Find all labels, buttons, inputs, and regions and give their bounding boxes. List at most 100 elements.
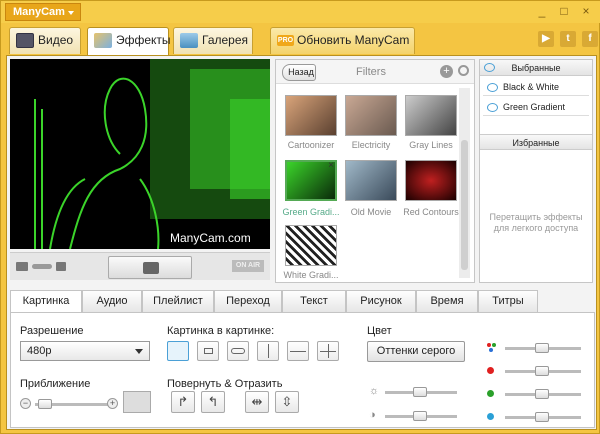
video-camera-icon[interactable] [16, 262, 28, 271]
slider-knob[interactable] [535, 389, 549, 399]
subtab-audio[interactable]: Аудио [82, 290, 142, 312]
subtab-time[interactable]: Время [416, 290, 478, 312]
selected-effect-label: Black & White [503, 82, 560, 92]
flip-vertical-button[interactable]: ⇳ [275, 391, 299, 413]
slider-knob[interactable] [535, 366, 549, 376]
pip-double-button[interactable] [227, 341, 249, 361]
grayscale-button[interactable]: Оттенки серого [367, 341, 465, 362]
tab-video[interactable]: Видео [9, 27, 81, 54]
rotate-label: Повернуть & Отразить [167, 378, 283, 390]
filter-label: Gray Lines [409, 140, 453, 150]
tumblr-icon[interactable]: t [560, 31, 576, 47]
saturation-slider[interactable] [505, 343, 581, 353]
pip-split-horizontal-button[interactable] [287, 341, 309, 361]
close-icon[interactable]: × [328, 160, 334, 171]
filter-thumb-gray-lines[interactable] [405, 95, 457, 136]
slider-knob[interactable] [535, 343, 549, 353]
subtab-titles[interactable]: Титры [478, 290, 538, 312]
subtab-picture[interactable]: Картинка [10, 290, 82, 313]
subtab-playlist[interactable]: Плейлист [142, 290, 214, 312]
minimize-icon[interactable]: _ [535, 4, 549, 18]
pip-double-icon [231, 348, 245, 354]
tab-effects-label: Эффекты [116, 33, 171, 47]
watermark-text: ManyCam.com [170, 231, 251, 245]
slider-knob[interactable] [413, 411, 427, 421]
photo-camera-icon[interactable] [56, 262, 66, 271]
tab-upgrade-label: Обновить ManyCam [297, 33, 410, 47]
favorites-header: Избранные [480, 134, 592, 150]
filter-thumb-cartoonizer[interactable] [285, 95, 337, 136]
filter-thumb-electricity[interactable] [345, 95, 397, 136]
subtab-transition[interactable]: Переход [214, 290, 282, 312]
pip-none-button[interactable] [167, 341, 189, 361]
zoom-out-button[interactable]: − [20, 398, 31, 409]
zoom-in-button[interactable]: + [107, 398, 118, 409]
brightness-slider[interactable] [385, 387, 457, 397]
chevron-down-icon [135, 349, 143, 354]
picture-settings-panel: Разрешение 480p Картинка в картинке: Цве… [10, 312, 595, 428]
restore-icon[interactable]: □ [557, 4, 571, 18]
facebook-icon[interactable]: f [582, 31, 598, 47]
red-slider[interactable] [505, 366, 581, 376]
eye-icon[interactable] [487, 83, 498, 92]
toggle-switch[interactable] [32, 264, 52, 269]
filter-thumb-old-movie[interactable] [345, 160, 397, 201]
pip-grid-button[interactable] [317, 341, 339, 361]
back-button[interactable]: Назад [282, 64, 316, 81]
subtab-text[interactable]: Текст [282, 290, 346, 312]
scrollbar-thumb[interactable] [461, 140, 468, 270]
contrast-slider[interactable] [385, 411, 457, 421]
resolution-value: 480p [27, 345, 52, 357]
green-channel-icon [487, 390, 494, 397]
eye-icon[interactable] [487, 103, 498, 112]
rotate-left-button[interactable]: ↰ [201, 391, 225, 413]
filter-label: Red Contours [403, 207, 459, 217]
app-menu-button[interactable]: ManyCam [5, 3, 81, 21]
app-window: ManyCam _ □ × Видео Эффекты Галерея PRO … [0, 0, 600, 434]
slider-knob[interactable] [38, 399, 52, 409]
filter-thumb-white-gradient[interactable] [285, 225, 337, 266]
tab-upgrade[interactable]: PRO Обновить ManyCam [270, 27, 415, 54]
zoom-preview-box[interactable] [123, 391, 151, 413]
preview-control-bar: ON AIR [10, 252, 270, 280]
youtube-icon[interactable]: ▶ [538, 31, 554, 47]
selected-effect-item[interactable]: Black & White [483, 79, 589, 96]
flip-horizontal-button[interactable]: ⇹ [245, 391, 269, 413]
on-air-badge: ON AIR [232, 260, 264, 272]
flip-horizontal-icon: ⇹ [251, 394, 263, 409]
slider-knob[interactable] [535, 412, 549, 422]
resolution-select[interactable]: 480p [20, 341, 150, 361]
rotate-left-icon: ↰ [207, 394, 219, 409]
blue-slider[interactable] [505, 412, 581, 422]
pip-single-button[interactable] [197, 341, 219, 361]
tab-gallery[interactable]: Галерея [173, 27, 253, 54]
filter-label: Cartoonizer [287, 140, 335, 150]
effects-icon [94, 33, 112, 48]
eye-icon[interactable] [484, 63, 495, 72]
pro-badge: PRO [277, 35, 294, 46]
filter-thumb-red-contours[interactable] [405, 160, 457, 201]
filters-panel: Назад Filters + Cartoonizer Electricity … [275, 59, 475, 283]
snapshot-button[interactable] [108, 256, 192, 279]
camera-icon [143, 262, 159, 274]
zoom-slider[interactable] [35, 399, 109, 409]
add-icon[interactable]: + [440, 65, 453, 78]
rotate-right-button[interactable]: ↱ [171, 391, 195, 413]
pip-single-icon [204, 348, 213, 354]
selected-effect-item[interactable]: Green Gradient [483, 99, 589, 116]
color-label: Цвет [367, 325, 392, 337]
slider-knob[interactable] [413, 387, 427, 397]
tab-effects[interactable]: Эффекты [87, 27, 171, 56]
filter-label: Green Gradi... [282, 207, 340, 217]
pip-label: Картинка в картинке: [167, 325, 275, 337]
green-slider[interactable] [505, 389, 581, 399]
green-gradient-video-frame [10, 59, 270, 249]
filter-thumb-green-gradient[interactable]: × [285, 160, 337, 201]
pip-split-vertical-button[interactable] [257, 341, 279, 361]
tab-gallery-label: Галерея [202, 33, 249, 47]
filters-scrollbar[interactable] [459, 88, 470, 278]
subtab-drawing[interactable]: Рисунок [346, 290, 416, 312]
close-icon[interactable]: × [579, 4, 593, 18]
zoom-label: Приближение [20, 378, 91, 390]
search-icon[interactable] [458, 65, 469, 76]
